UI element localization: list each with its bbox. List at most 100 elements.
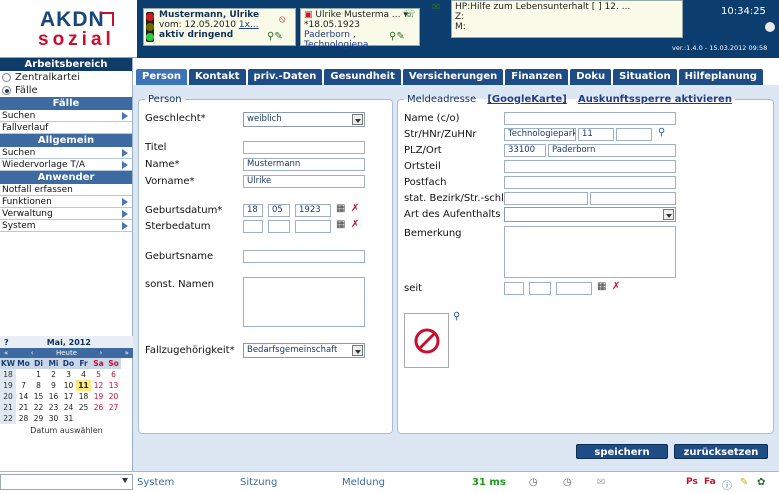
close-icon[interactable]: ⦸	[279, 15, 286, 25]
sidebar-item-fallverlauf[interactable]: Fallverlauf	[0, 122, 132, 134]
calendar-day[interactable]: 25	[76, 402, 91, 413]
sidebar-item-funktionen[interactable]: Funktionen	[0, 196, 132, 208]
bemerkung-textarea[interactable]	[504, 226, 676, 278]
calendar-day[interactable]: 29	[31, 413, 46, 424]
sidebar-item-verwaltung[interactable]: Verwaltung	[0, 208, 132, 220]
calendar-day[interactable]: 27	[106, 402, 121, 413]
tab-person[interactable]: Person	[136, 69, 187, 85]
sidebar-item-suchen-allgemein[interactable]: Suchen	[0, 147, 132, 159]
sidebar-item-suchen[interactable]: Suchen	[0, 110, 132, 122]
seit-year-input[interactable]	[556, 282, 592, 295]
clear-icon[interactable]: ✗	[612, 282, 620, 292]
save-button[interactable]: speichern	[576, 444, 668, 459]
geb-day-input[interactable]: 18	[243, 204, 263, 217]
help-icon[interactable]: ?	[4, 338, 9, 347]
lookup-icon[interactable]: ⚲✎	[389, 32, 405, 42]
next-month-button[interactable]: ›	[99, 348, 102, 358]
photo-placeholder[interactable]	[404, 313, 449, 368]
sonst-namen-textarea[interactable]	[243, 277, 365, 327]
calendar-icon[interactable]: ▦	[597, 282, 606, 292]
sterbe-month-input[interactable]	[268, 220, 290, 233]
calendar-day[interactable]: 26	[91, 402, 106, 413]
strasse-input[interactable]: Technologiepark	[504, 128, 576, 141]
case-card-person[interactable]: Mustermann, Ulrike vom: 12.05.2010 1x...…	[143, 8, 296, 46]
calendar-day[interactable]: 13	[106, 380, 121, 391]
calendar-day[interactable]: 10	[61, 380, 76, 391]
calendar-day[interactable]: 3	[61, 369, 76, 380]
calendar-day[interactable]: 2	[46, 369, 61, 380]
calendar-day[interactable]: 16	[46, 391, 61, 402]
clear-icon[interactable]: ✗	[351, 204, 359, 214]
hausnummer-input[interactable]: 11	[578, 128, 614, 141]
tab-gesundheit[interactable]: Gesundheit	[324, 69, 401, 85]
today-button[interactable]: Heute	[56, 348, 77, 358]
chevron-down-icon[interactable]	[352, 345, 363, 356]
ps-icon[interactable]: Ps	[686, 477, 698, 487]
ortsteil-input[interactable]	[504, 160, 676, 173]
ort-input[interactable]: Paderborn	[548, 144, 676, 157]
radio-zentralkartei[interactable]: Zentralkartei	[0, 71, 132, 84]
bezirk-input[interactable]	[504, 192, 588, 205]
calendar-day[interactable]: 22	[31, 402, 46, 413]
calendar-day[interactable]: 14	[16, 391, 31, 402]
lookup-icon[interactable]: ⚲✎	[267, 32, 283, 42]
calendar-day[interactable]: 28	[16, 413, 31, 424]
calendar-day[interactable]: 23	[46, 402, 61, 413]
calendar-day[interactable]: 12	[91, 380, 106, 391]
seit-day-input[interactable]	[504, 282, 524, 295]
info-icon[interactable]: ⓘ	[722, 477, 732, 492]
sterbe-day-input[interactable]	[243, 220, 263, 233]
case-card-help[interactable]: HP:Hilfe zum Lebensunterhalt [ ] 12. ...…	[432, 0, 683, 38]
calendar-day[interactable]: 9	[46, 380, 61, 391]
calendar-day[interactable]: 31	[61, 413, 76, 424]
globe-icon[interactable]	[765, 22, 775, 32]
clear-icon[interactable]: ✗	[351, 220, 359, 230]
geburtsname-input[interactable]	[243, 250, 365, 263]
seit-month-input[interactable]	[529, 282, 551, 295]
sidebar-item-wiedervorlage[interactable]: Wiedervorlage T/A	[0, 159, 132, 171]
geb-month-input[interactable]: 05	[268, 204, 290, 217]
calendar-day[interactable]: 7	[16, 380, 31, 391]
calendar-icon[interactable]: ▦	[336, 220, 345, 230]
status-select[interactable]	[0, 474, 133, 490]
calendar-day[interactable]: 24	[61, 402, 76, 413]
chevron-down-icon[interactable]	[352, 114, 363, 125]
vorname-input[interactable]: Ulrike	[243, 175, 365, 188]
calendar-day[interactable]: 20	[106, 391, 121, 402]
calendar-day[interactable]: 6	[106, 369, 121, 380]
postfach-input[interactable]	[504, 176, 676, 189]
sidebar-item-system[interactable]: System	[0, 220, 132, 232]
chevron-down-icon[interactable]	[122, 478, 128, 483]
phone-icon[interactable]: ☏	[403, 10, 416, 20]
calendar-day[interactable]: 30	[46, 413, 61, 424]
search-icon[interactable]: ⚲	[658, 128, 665, 138]
book-icon[interactable]: ✉	[432, 3, 440, 13]
tab-hilfeplanung[interactable]: Hilfeplanung	[678, 69, 763, 85]
zoom-icon[interactable]: ⚲	[453, 312, 460, 322]
calendar-day[interactable]: 8	[31, 380, 46, 391]
strassenschluessel-input[interactable]	[590, 192, 676, 205]
calendar-day[interactable]: 19	[91, 391, 106, 402]
calendar-day[interactable]: 5	[91, 369, 106, 380]
calendar-day[interactable]: 11	[76, 380, 91, 391]
case-count-link[interactable]: 1x...	[239, 20, 259, 30]
fallzugehoerigkeit-select[interactable]: Bedarfsgemeinschaft	[243, 343, 365, 358]
fa-icon[interactable]: Fa	[704, 477, 716, 487]
geschlecht-select[interactable]: weiblich	[243, 112, 365, 127]
tab-finanzen[interactable]: Finanzen	[505, 69, 569, 85]
tab-kontakt[interactable]: Kontakt	[188, 69, 246, 85]
calendar-day[interactable]: 4	[76, 369, 91, 380]
reset-button[interactable]: zurücksetzen	[674, 444, 768, 459]
calendar-day[interactable]: 1	[31, 369, 46, 380]
sidebar-item-notfall[interactable]: Notfall erfassen	[0, 184, 132, 196]
tab-doku[interactable]: Doku	[570, 69, 612, 85]
aufenthalt-select[interactable]	[504, 207, 676, 222]
calendar-day[interactable]: 21	[16, 402, 31, 413]
auskunftssperre-link[interactable]: Auskunftssperre aktivieren	[578, 94, 732, 105]
tab-versicherungen[interactable]: Versicherungen	[402, 69, 504, 85]
chevron-down-icon[interactable]	[663, 209, 674, 220]
plz-input[interactable]: 33100	[504, 144, 546, 157]
prev-month-button[interactable]: ‹	[31, 348, 34, 358]
titel-input[interactable]	[243, 141, 365, 154]
settings-icon[interactable]: ✿	[757, 477, 765, 488]
